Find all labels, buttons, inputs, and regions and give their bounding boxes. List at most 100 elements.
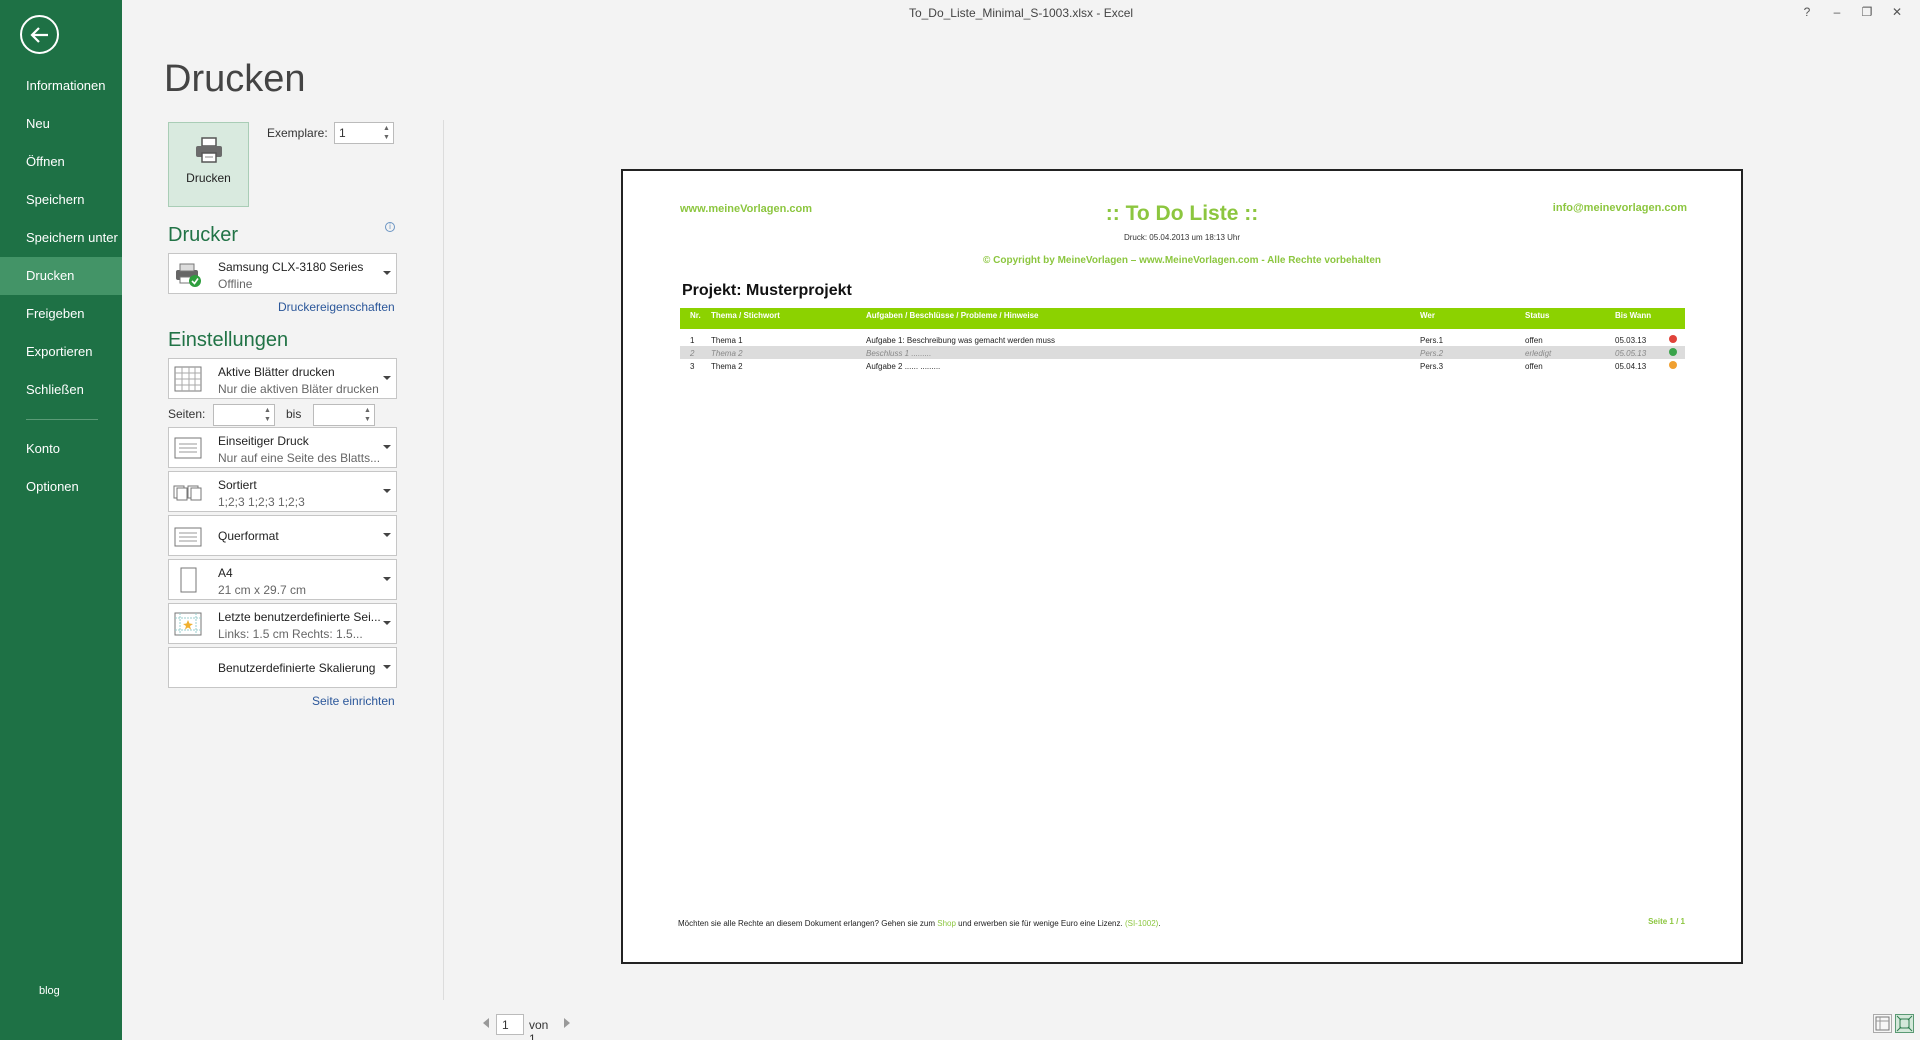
- sided-title: Einseitiger Druck: [218, 434, 309, 448]
- landscape-icon: [174, 527, 202, 547]
- page-number-input[interactable]: 1: [496, 1014, 524, 1035]
- pages-to-input[interactable]: ▲ ▼: [313, 404, 375, 426]
- one-sided-icon: [174, 437, 202, 459]
- print-what-sub: Nur die aktiven Bläter drucken: [218, 382, 379, 396]
- page-title: Drucken: [164, 58, 306, 100]
- cell-status: erledigt: [1525, 349, 1552, 358]
- scaling-dropdown[interactable]: Benutzerdefinierte Skalierung: [168, 647, 397, 688]
- cell-bis: 05.04.13: [1615, 362, 1647, 371]
- nav-schliessen[interactable]: Schließen: [0, 371, 122, 409]
- orientation-dropdown[interactable]: Querformat: [168, 515, 397, 556]
- status-red-icon: [1669, 335, 1677, 343]
- paper-title: A4: [218, 566, 233, 580]
- chevron-down-icon: [383, 533, 391, 537]
- collate-dropdown[interactable]: Sortiert 1;2;3 1;2;3 1;2;3: [168, 471, 397, 512]
- printer-icon: [195, 137, 222, 163]
- cell-nr: 1: [690, 336, 695, 345]
- nav-separator: [26, 419, 98, 420]
- cell-wer: Pers.2: [1420, 349, 1444, 358]
- cell-thema: Thema 1: [711, 336, 743, 345]
- nav-konto[interactable]: Konto: [0, 430, 122, 468]
- nav-informationen[interactable]: Informationen: [0, 67, 122, 105]
- excel-backstage-print: { "window": { "title": "To_Do_Liste_Mini…: [0, 0, 1920, 1040]
- table-row: 2 Thema 2 Beschluss 1 ......... Pers.2 e…: [680, 346, 1685, 359]
- nav-optionen[interactable]: Optionen: [0, 468, 122, 506]
- paper-sub: 21 cm x 29.7 cm: [218, 583, 307, 597]
- pages-from-input[interactable]: ▲ ▼: [213, 404, 275, 426]
- cell-status: offen: [1525, 362, 1543, 371]
- preview-project: Projekt: Musterprojekt: [682, 282, 852, 299]
- printer-properties-link[interactable]: Druckereigenschaften: [278, 300, 395, 314]
- backstage-sidebar: Informationen Neu Öffnen Speichern Speic…: [0, 0, 122, 1040]
- nav-exportieren[interactable]: Exportieren: [0, 333, 122, 371]
- nav-neu[interactable]: Neu: [0, 105, 122, 143]
- back-button[interactable]: [20, 15, 59, 54]
- printer-name: Samsung CLX-3180 Series: [218, 260, 364, 274]
- col-thema: Thema / Stichwort: [711, 311, 780, 320]
- back-arrow-icon: [29, 26, 48, 43]
- cell-wer: Pers.3: [1420, 362, 1444, 371]
- footer-pre: Möchten sie alle Rechte an diesem Dokume…: [678, 919, 938, 928]
- next-page-icon[interactable]: [564, 1018, 570, 1028]
- footer-end: .: [1158, 919, 1161, 928]
- status-green-check-icon: [1669, 348, 1677, 356]
- chevron-down-icon: [383, 376, 391, 380]
- sided-sub: Nur auf eine Seite des Blatts...: [218, 451, 381, 465]
- help-icon[interactable]: ?: [1792, 2, 1822, 22]
- nav-freigeben[interactable]: Freigeben: [0, 295, 122, 333]
- col-wer: Wer: [1420, 311, 1435, 320]
- cell-aufgaben: Aufgabe 2 ...... .........: [866, 362, 941, 371]
- print-what-title: Aktive Blätter drucken: [218, 365, 335, 379]
- prev-page-icon[interactable]: [483, 1018, 489, 1028]
- cell-thema: Thema 2: [711, 349, 743, 358]
- chevron-down-icon: [383, 577, 391, 581]
- nav-drucken[interactable]: Drucken: [0, 257, 122, 295]
- nav-speichern-unter[interactable]: Speichern unter: [0, 219, 122, 257]
- preview-footer-note: Möchten sie alle Rechte an diesem Dokume…: [678, 919, 1161, 928]
- panel-divider: [443, 120, 444, 1000]
- margins-dropdown[interactable]: Letzte benutzerdefinierte Sei... Links: …: [168, 603, 397, 644]
- col-status: Status: [1525, 311, 1550, 320]
- spinner-icon[interactable]: ▲ ▼: [263, 406, 272, 424]
- cell-nr: 3: [690, 362, 695, 371]
- minimize-icon[interactable]: –: [1822, 2, 1852, 22]
- cell-bis: 05.03.13: [1615, 336, 1647, 345]
- col-bis: Bis Wann: [1615, 311, 1652, 320]
- zoom-to-page-icon[interactable]: [1895, 1014, 1914, 1033]
- chevron-down-icon: [383, 621, 391, 625]
- nav-blog[interactable]: blog: [39, 985, 60, 997]
- print-settings-panel: Drucken Drucken Exemplare: 1 ▲ ▼ Drucker …: [122, 0, 442, 1040]
- print-what-dropdown[interactable]: Aktive Blätter drucken Nur die aktiven B…: [168, 358, 397, 399]
- footer-code: (SI-1002): [1124, 919, 1159, 928]
- sided-dropdown[interactable]: Einseitiger Druck Nur auf eine Seite des…: [168, 427, 397, 468]
- copies-label: Exemplare:: [267, 126, 328, 140]
- show-margins-icon[interactable]: [1873, 1014, 1892, 1033]
- pages-to-label: bis: [286, 407, 302, 421]
- spinner-icon[interactable]: ▲ ▼: [363, 406, 372, 424]
- restore-icon[interactable]: ❐: [1852, 2, 1882, 22]
- print-button[interactable]: Drucken: [168, 122, 249, 207]
- nav-speichern[interactable]: Speichern: [0, 181, 122, 219]
- settings-heading: Einstellungen: [168, 329, 289, 351]
- info-icon[interactable]: i: [385, 222, 395, 232]
- close-icon[interactable]: ✕: [1882, 2, 1912, 22]
- print-button-label: Drucken: [186, 171, 231, 185]
- nav-oeffnen[interactable]: Öffnen: [0, 143, 122, 181]
- table-row: 1 Thema 1 Aufgabe 1: Beschreibung was ge…: [680, 333, 1685, 346]
- preview-date: Druck: 05.04.2013 um 18:13 Uhr: [1123, 233, 1241, 242]
- margins-title: Letzte benutzerdefinierte Sei...: [218, 610, 381, 624]
- scaling-title: Benutzerdefinierte Skalierung: [218, 661, 376, 675]
- cell-wer: Pers.1: [1420, 336, 1444, 345]
- page-setup-link[interactable]: Seite einrichten: [312, 694, 395, 708]
- printer-dropdown[interactable]: Samsung CLX-3180 Series Offline: [168, 253, 397, 294]
- copies-spinner-icon[interactable]: ▲ ▼: [382, 124, 391, 142]
- cell-status: offen: [1525, 336, 1543, 345]
- chevron-down-icon: [383, 489, 391, 493]
- print-preview-page: www.meineVorlagen.com info@meinevorlagen…: [621, 169, 1743, 964]
- cell-bis: 05.05.13: [1615, 349, 1647, 358]
- preview-copyright: © Copyright by MeineVorlagen – www.Meine…: [983, 255, 1381, 266]
- copies-field[interactable]: 1 ▲ ▼: [334, 122, 394, 144]
- col-nr: Nr.: [690, 311, 701, 320]
- preview-view-buttons: [1873, 1014, 1915, 1034]
- paper-size-dropdown[interactable]: A4 21 cm x 29.7 cm: [168, 559, 397, 600]
